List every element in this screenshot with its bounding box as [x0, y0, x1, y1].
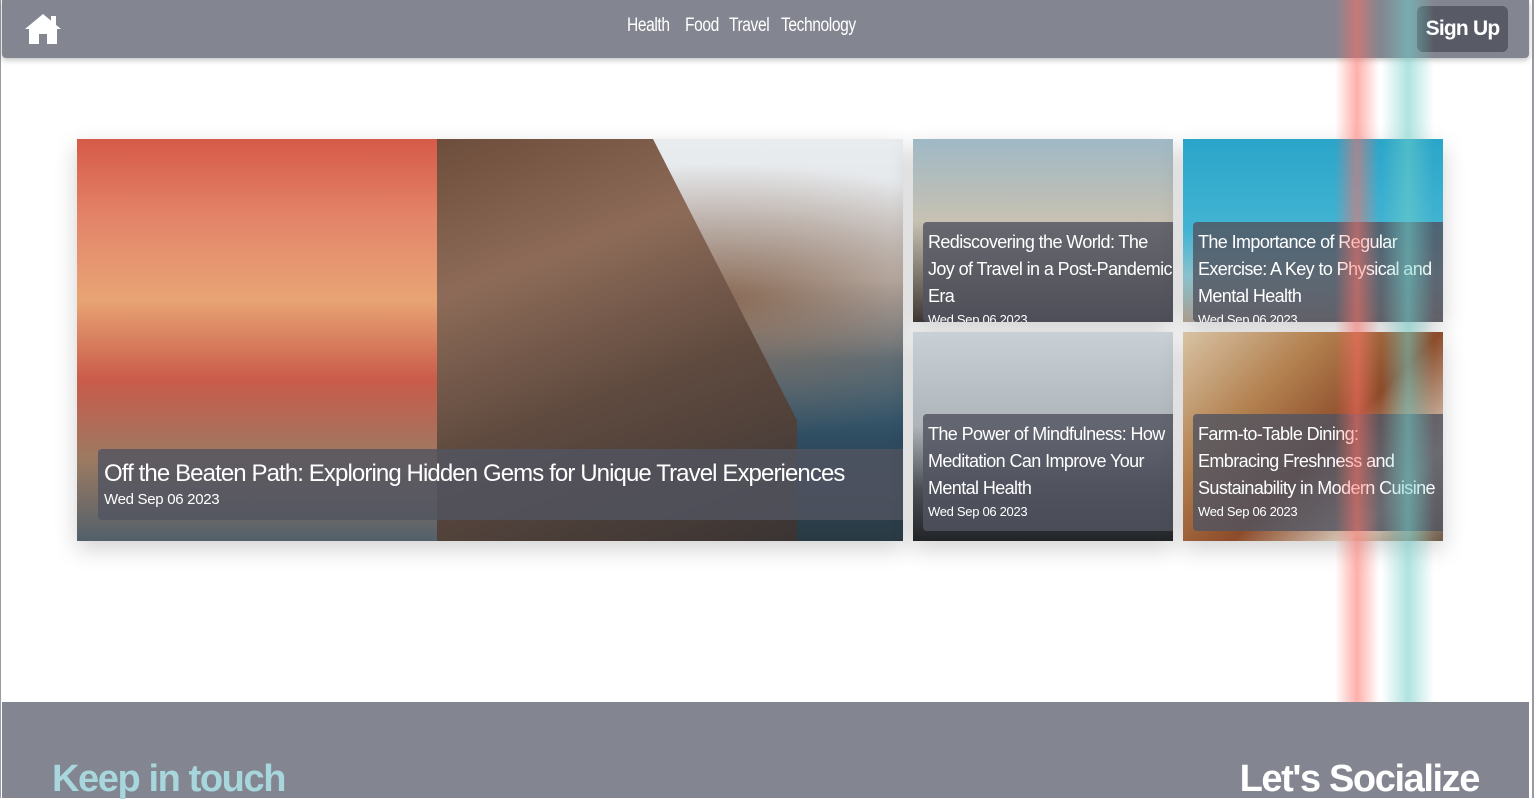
post-card[interactable]: The Importance of Regular Exercise: A Ke… [1183, 139, 1443, 322]
post-caption: The Importance of Regular Exercise: A Ke… [1193, 222, 1443, 322]
post-title[interactable]: Rediscovering the World: The Joy of Trav… [928, 229, 1173, 310]
post-card[interactable]: The Power of Mindfulness: How Meditation… [913, 332, 1173, 541]
post-card[interactable]: Farm-to-Table Dining: Embracing Freshnes… [1183, 332, 1443, 541]
page-border-left [0, 0, 1, 798]
post-date: Wed Sep 06 2023 [928, 504, 1028, 519]
post-caption: Farm-to-Table Dining: Embracing Freshnes… [1193, 414, 1443, 531]
post-date: Wed Sep 06 2023 [1198, 504, 1298, 519]
footer-keep-in-touch-heading: Keep in touch [52, 758, 286, 800]
post-caption: The Power of Mindfulness: How Meditation… [923, 414, 1173, 531]
nav-link-food[interactable]: Food [685, 15, 719, 37]
nav-link-health[interactable]: Health [627, 15, 670, 37]
post-title[interactable]: The Power of Mindfulness: How Meditation… [928, 421, 1173, 502]
post-date: Wed Sep 06 2023 [928, 312, 1028, 322]
navbar: Health Food Travel Technology Sign Up [2, 0, 1529, 58]
signup-button[interactable]: Sign Up [1417, 6, 1508, 52]
post-title[interactable]: The Importance of Regular Exercise: A Ke… [1198, 229, 1443, 310]
post-title[interactable]: Farm-to-Table Dining: Embracing Freshnes… [1198, 421, 1443, 502]
footer-socialize-heading: Let's Socialize [1239, 758, 1481, 800]
featured-post-title[interactable]: Off the Beaten Path: Exploring Hidden Ge… [104, 457, 903, 491]
post-card[interactable]: Rediscovering the World: The Joy of Trav… [913, 139, 1173, 322]
nav-link-technology[interactable]: Technology [781, 15, 856, 37]
featured-post-caption: Off the Beaten Path: Exploring Hidden Ge… [98, 449, 903, 520]
main-nav: Health Food Travel Technology [627, 15, 861, 37]
home-icon[interactable] [24, 12, 62, 46]
featured-post-card[interactable]: Off the Beaten Path: Exploring Hidden Ge… [77, 139, 903, 541]
featured-post-date: Wed Sep 06 2023 [104, 491, 220, 508]
post-date: Wed Sep 06 2023 [1198, 312, 1298, 322]
nav-link-travel[interactable]: Travel [729, 15, 770, 37]
footer: Keep in touch Let's Socialize [2, 702, 1529, 800]
post-caption: Rediscovering the World: The Joy of Trav… [923, 222, 1173, 322]
